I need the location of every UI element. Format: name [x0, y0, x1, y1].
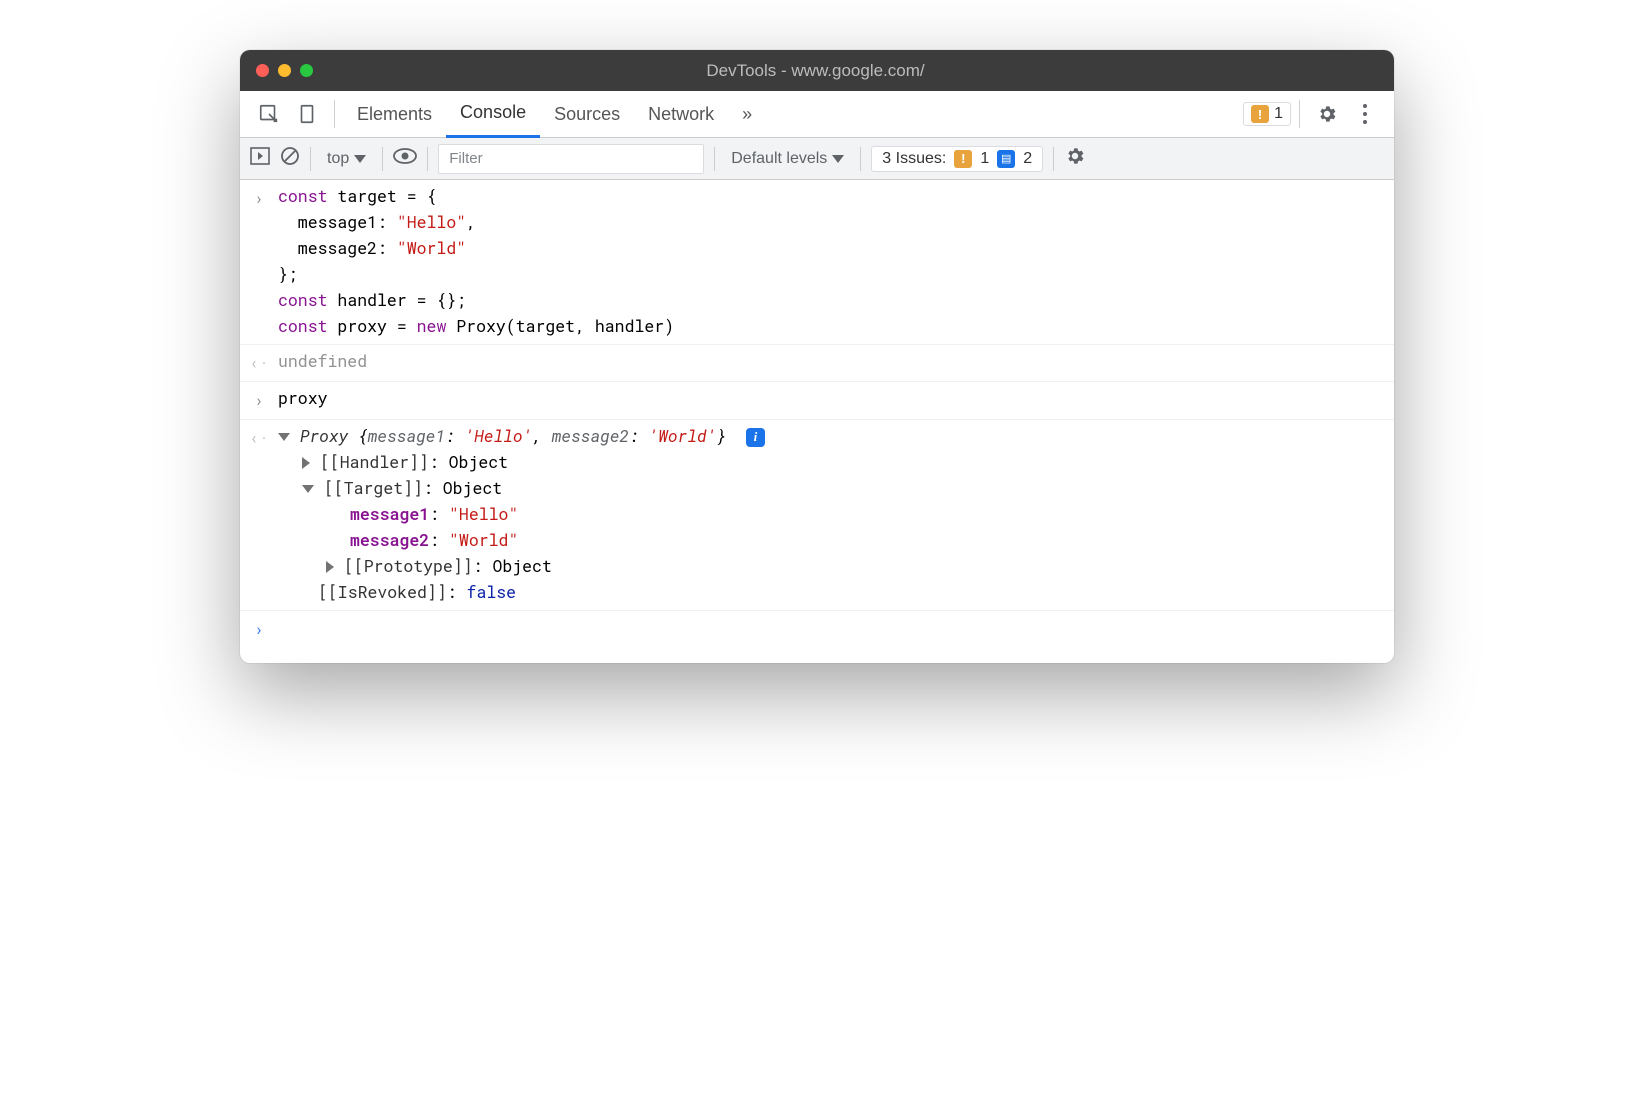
console-toolbar: top Default levels 3 Issues: ! 1 ▤ 2	[240, 138, 1394, 180]
divider	[1299, 100, 1300, 128]
device-toggle-icon[interactable]	[292, 99, 322, 129]
filter-input[interactable]	[438, 144, 704, 174]
info-count: 2	[1023, 150, 1032, 168]
tree-item: message1: "Hello"	[350, 502, 1384, 528]
tab-network[interactable]: Network	[634, 91, 728, 138]
warning-icon: !	[954, 150, 972, 168]
info-icon: ▤	[997, 150, 1015, 168]
chevron-down-icon	[832, 155, 844, 163]
undefined-result: undefined	[278, 351, 367, 372]
warning-icon: !	[1251, 105, 1269, 123]
log-level-selector[interactable]: Default levels	[725, 150, 850, 168]
console-result-row: ‹· undefined	[240, 345, 1394, 382]
expand-toggle-icon[interactable]	[302, 457, 310, 469]
context-selector[interactable]: top	[321, 150, 372, 168]
console-settings-icon[interactable]	[1064, 145, 1086, 172]
divider	[334, 100, 335, 128]
tab-more[interactable]: »	[728, 91, 766, 138]
issues-count: 1	[1274, 105, 1283, 123]
input-prompt-icon: ›	[254, 617, 264, 643]
code-block: const target = { message1: "Hello", mess…	[278, 184, 1384, 340]
tree-item[interactable]: [[Target]]: Object	[302, 476, 1384, 502]
devtools-window: DevTools - www.google.com/ Elements Cons…	[240, 50, 1394, 663]
console-output: › const target = { message1: "Hello", me…	[240, 180, 1394, 663]
tree-item: message2: "World"	[350, 528, 1384, 554]
console-result-row: ‹· Proxy {message1: 'Hello', message2: '…	[240, 420, 1394, 611]
warn-count: 1	[980, 150, 989, 168]
expand-toggle-icon[interactable]	[302, 485, 314, 493]
issues-indicator[interactable]: ! 1	[1243, 102, 1291, 126]
context-label: top	[327, 150, 349, 168]
output-prompt-icon: ‹·	[249, 426, 269, 606]
tree-item[interactable]: [[Handler]]: Object	[302, 450, 1384, 476]
issues-label: 3 Issues:	[882, 150, 946, 168]
inspect-icon[interactable]	[254, 99, 284, 129]
sidebar-toggle-icon[interactable]	[250, 147, 270, 170]
console-prompt-row[interactable]: ›	[240, 611, 1394, 663]
live-expression-icon[interactable]	[393, 148, 417, 169]
chevron-down-icon	[354, 155, 366, 163]
tab-elements[interactable]: Elements	[343, 91, 446, 138]
code-inline: proxy	[278, 388, 328, 409]
clear-console-icon[interactable]	[280, 146, 300, 171]
expand-toggle-icon[interactable]	[326, 561, 334, 573]
output-prompt-icon: ‹·	[249, 351, 269, 377]
info-icon[interactable]: i	[746, 428, 765, 447]
issues-summary[interactable]: 3 Issues: ! 1 ▤ 2	[871, 146, 1043, 172]
console-input-row[interactable]: › const target = { message1: "Hello", me…	[240, 180, 1394, 345]
tab-console[interactable]: Console	[446, 91, 540, 138]
tab-sources[interactable]: Sources	[540, 91, 634, 138]
tree-item[interactable]: [[Prototype]]: Object	[326, 554, 1384, 580]
input-prompt-icon: ›	[254, 388, 264, 414]
settings-icon[interactable]	[1312, 99, 1342, 129]
more-options-icon[interactable]	[1350, 99, 1380, 129]
input-prompt-icon: ›	[254, 186, 264, 340]
tabbar: Elements Console Sources Network » ! 1	[240, 91, 1394, 138]
titlebar: DevTools - www.google.com/	[240, 50, 1394, 91]
object-preview[interactable]: Proxy {message1: 'Hello', message2: 'Wor…	[278, 424, 1384, 450]
expand-toggle-icon[interactable]	[278, 433, 290, 441]
window-title: DevTools - www.google.com/	[253, 61, 1378, 81]
tree-item: [[IsRevoked]]: false	[318, 580, 1384, 606]
level-label: Default levels	[731, 150, 827, 168]
console-input-row[interactable]: › proxy	[240, 382, 1394, 419]
